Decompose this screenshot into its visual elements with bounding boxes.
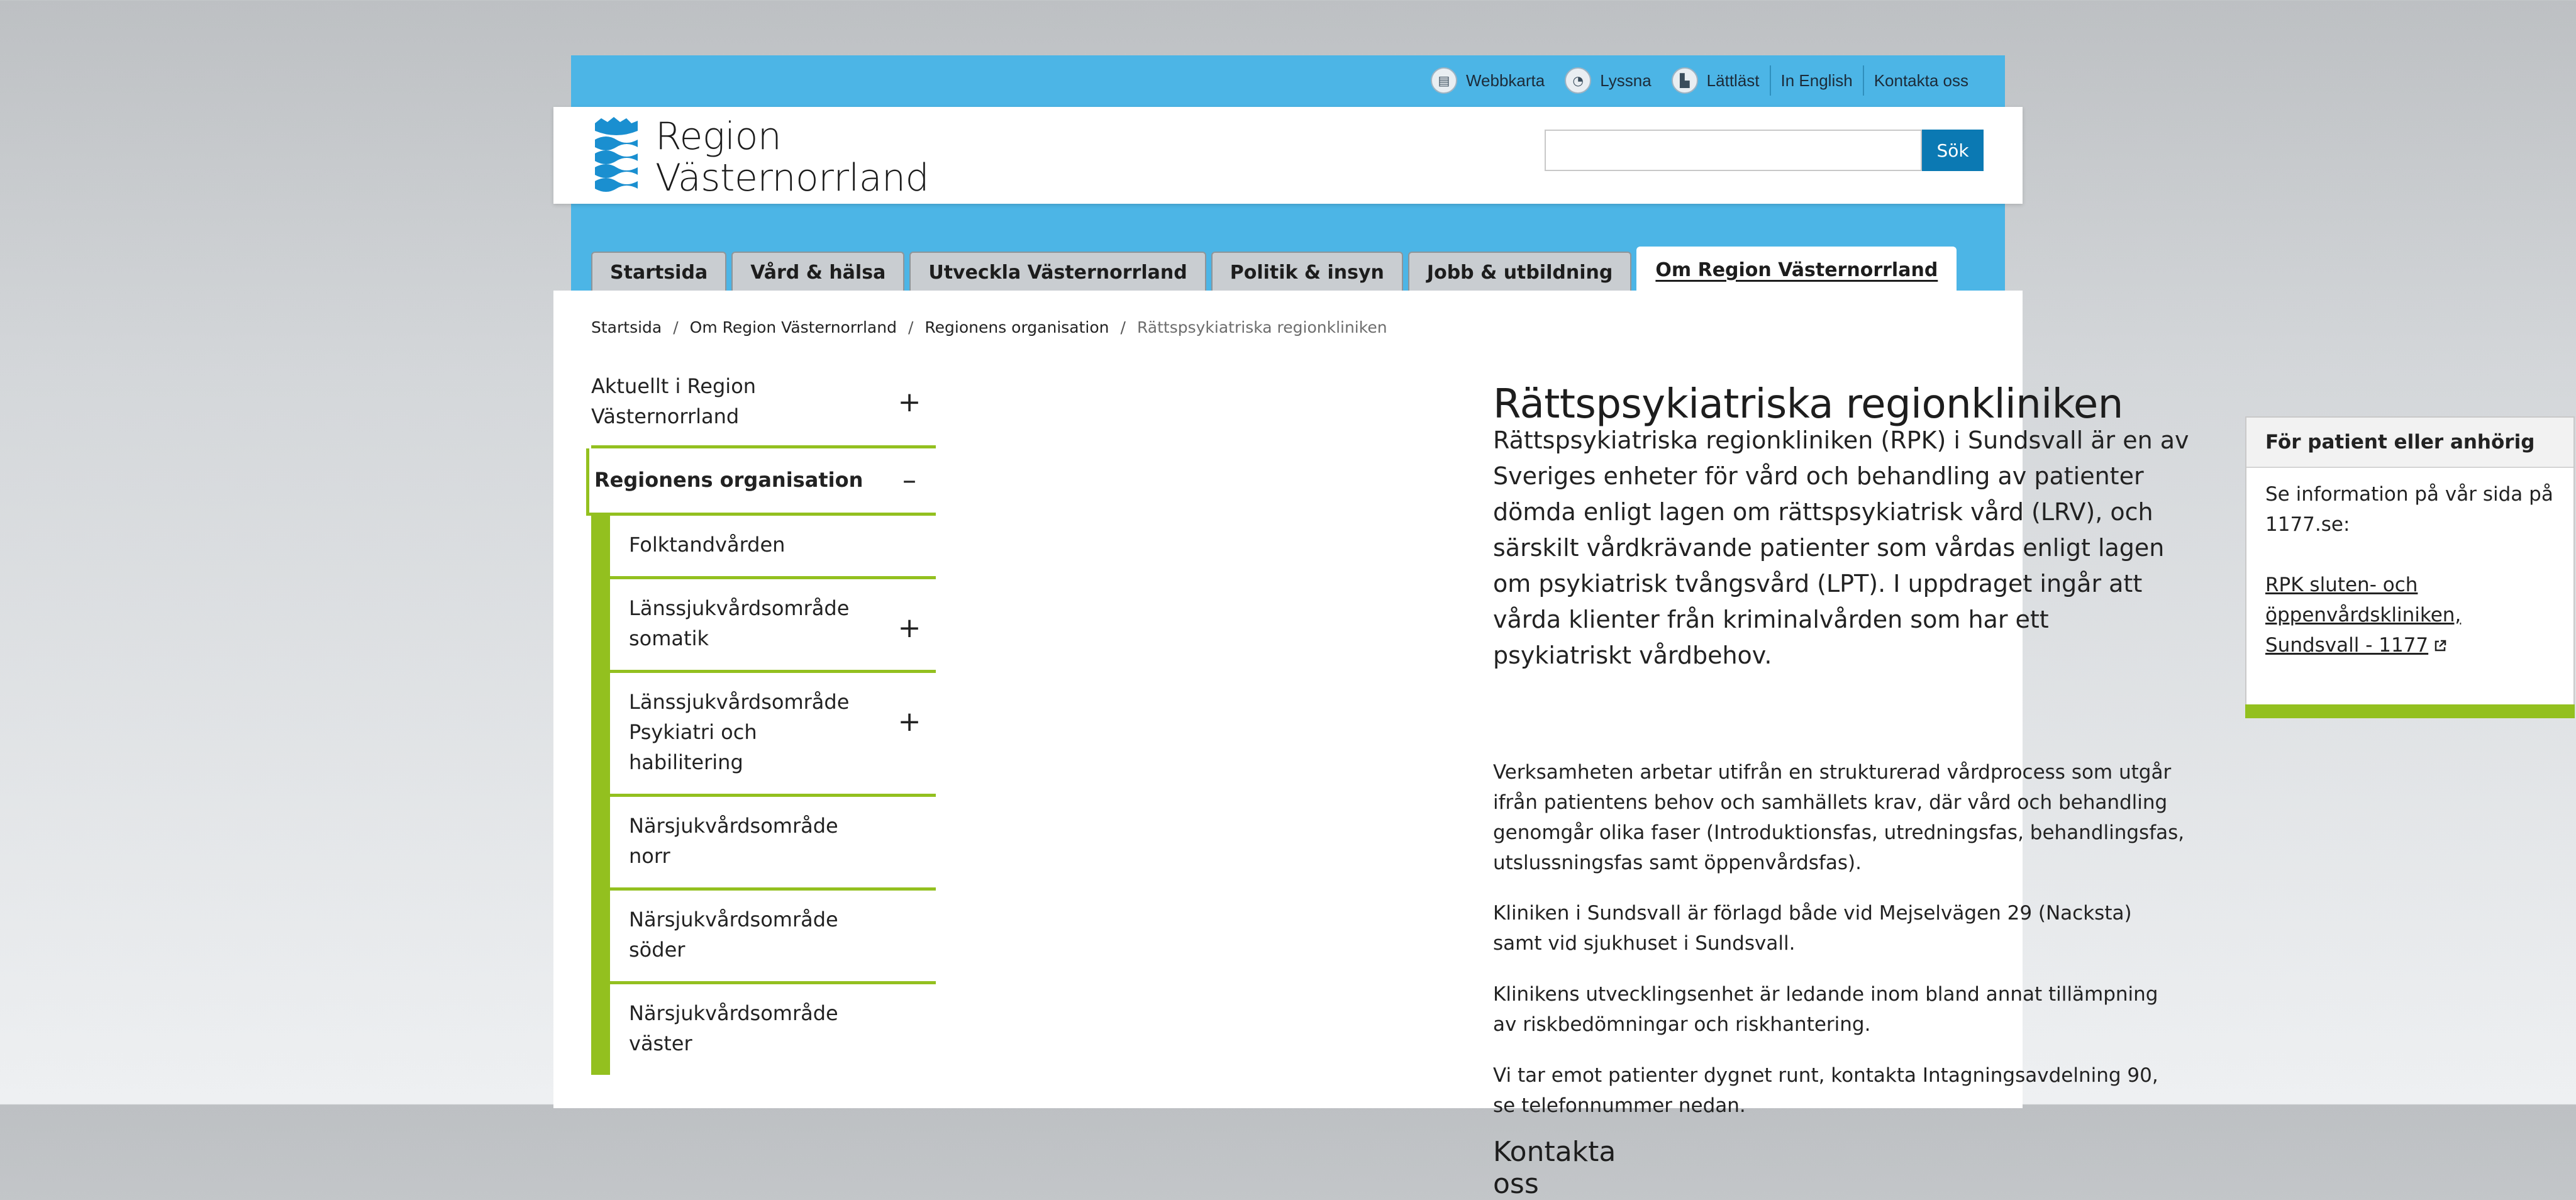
contact-label: Kontakta oss [1874, 70, 1968, 90]
contact-heading: Kontakta oss [1493, 1136, 1616, 1200]
article-paragraph: Kliniken i Sundsvall är förlagd både vid… [1493, 902, 2132, 955]
site-header: Region Västernorrland Sök [553, 107, 2023, 204]
breadcrumb-separator: / [1120, 318, 1126, 336]
patient-info-text: Se information på vår sida på 1177.se: [2265, 483, 2553, 536]
external-1177-link[interactable]: RPK sluten- och öppenvårdskliniken, Sund… [2265, 574, 2461, 657]
tab-utveckla[interactable]: Utveckla Västernorrland [909, 252, 1206, 292]
patient-info-box: För patient eller anhörig Se information… [2245, 416, 2575, 718]
section-nav: Aktuellt i Region Västernorrland + Regio… [586, 360, 936, 1075]
article-lead: Rättspsykiatriska regionkliniken (RPK) i… [1493, 426, 2189, 669]
section-nav-item-current[interactable]: Regionens organisation – [586, 448, 936, 516]
easy-read-link[interactable]: ▙ Lättläst [1662, 55, 1770, 106]
tab-vard-halsa[interactable]: Vård & hälsa [731, 252, 905, 292]
logo-line-2: Västernorrland [655, 156, 930, 200]
section-nav-item-aktuellt[interactable]: Aktuellt i Region Västernorrland + [591, 360, 936, 448]
section-nav-label: Folktandvården [629, 533, 786, 557]
expand-icon[interactable]: + [897, 708, 922, 736]
logo-wordmark[interactable]: Region Västernorrland [655, 114, 930, 200]
breadcrumb-separator: / [673, 318, 679, 336]
section-nav-subitem[interactable]: Närsjukvårdsområde norr [591, 797, 936, 891]
article-paragraph: Verksamheten arbetar utifrån en struktur… [1493, 761, 2185, 874]
patient-info-body: Se information på vår sida på 1177.se: R… [2246, 468, 2573, 660]
logo-line-1: Region [655, 114, 782, 158]
section-nav-subitem[interactable]: Länssjukvårdsområde Psykiatri och habili… [591, 673, 936, 797]
breadcrumb-link[interactable]: Regionens organisation [924, 318, 1109, 336]
region-logo-icon[interactable] [591, 117, 641, 192]
article-paragraph: Klinikens utvecklingsenhet är ledande in… [1493, 983, 2158, 1036]
listen-icon: ◔ [1565, 67, 1592, 94]
sitemap-label: Webbkarta [1465, 70, 1545, 90]
section-nav-label: Aktuellt i Region Västernorrland [591, 374, 757, 428]
sitemap-icon: ▤ [1430, 67, 1457, 94]
section-nav-subitem[interactable]: Närsjukvårdsområde väster [591, 984, 936, 1075]
search-input[interactable] [1545, 130, 1922, 171]
sitemap-link[interactable]: ▤ Webbkarta [1421, 55, 1555, 106]
easy-read-label: Lättläst [1706, 70, 1760, 90]
listen-link[interactable]: ◔ Lyssna [1555, 55, 1661, 106]
tab-om-region[interactable]: Om Region Västernorrland [1636, 247, 1957, 292]
easy-read-icon: ▙ [1671, 67, 1698, 94]
in-english-link[interactable]: In English [1771, 55, 1863, 106]
listen-label: Lyssna [1600, 70, 1652, 90]
external-link-label: RPK sluten- och öppenvårdskliniken, Sund… [2265, 574, 2462, 657]
patient-info-accent [2245, 704, 2575, 718]
breadcrumb-link[interactable]: Startsida [591, 318, 662, 336]
page-title: Rättspsykiatriska regionkliniken [1493, 381, 2123, 428]
external-link-icon [2434, 640, 2446, 652]
section-nav-label: Närsjukvårdsområde väster [629, 1001, 838, 1055]
section-nav-label: Närsjukvårdsområde söder [629, 908, 838, 962]
breadcrumb-link[interactable]: Om Region Västernorrland [690, 318, 897, 336]
breadcrumb: Startsida / Om Region Västernorrland / R… [591, 318, 1387, 336]
section-nav-label: Regionens organisation [594, 468, 863, 492]
contact-link[interactable]: Kontakta oss [1864, 55, 1979, 106]
breadcrumb-current: Rättspsykiatriska regionkliniken [1136, 318, 1387, 336]
tab-jobb[interactable]: Jobb & utbildning [1407, 252, 1632, 292]
patient-info-heading: För patient eller anhörig [2246, 418, 2573, 468]
article-paragraph: Vi tar emot patienter dygnet runt, konta… [1493, 1064, 2158, 1117]
main-nav: Startsida Vård & hälsa Utveckla Västerno… [591, 247, 1962, 292]
tab-startsida[interactable]: Startsida [591, 252, 727, 292]
utility-nav: ▤ Webbkarta ◔ Lyssna ▙ Lättläst In Engli… [1421, 55, 1979, 106]
section-nav-label: Länssjukvårdsområde Psykiatri och habili… [629, 690, 850, 774]
search-button[interactable]: Sök [1922, 130, 1984, 171]
section-nav-label: Närsjukvårdsområde norr [629, 814, 838, 868]
tab-politik[interactable]: Politik & insyn [1211, 252, 1403, 292]
expand-icon[interactable]: + [897, 389, 922, 416]
section-nav-subitem[interactable]: Länssjukvårdsområde somatik + [591, 579, 936, 673]
site-frame: ▤ Webbkarta ◔ Lyssna ▙ Lättläst In Engli… [553, 55, 2575, 1200]
in-english-label: In English [1780, 70, 1853, 90]
section-nav-subitem[interactable]: Närsjukvårdsområde söder [591, 891, 936, 984]
section-nav-subitem[interactable]: Folktandvården [591, 516, 936, 579]
section-nav-label: Länssjukvårdsområde somatik [629, 596, 850, 650]
breadcrumb-separator: / [908, 318, 914, 336]
collapse-icon[interactable]: – [897, 467, 922, 494]
main-content: Startsida / Om Region Västernorrland / R… [553, 291, 2575, 1200]
expand-icon[interactable]: + [897, 614, 922, 642]
